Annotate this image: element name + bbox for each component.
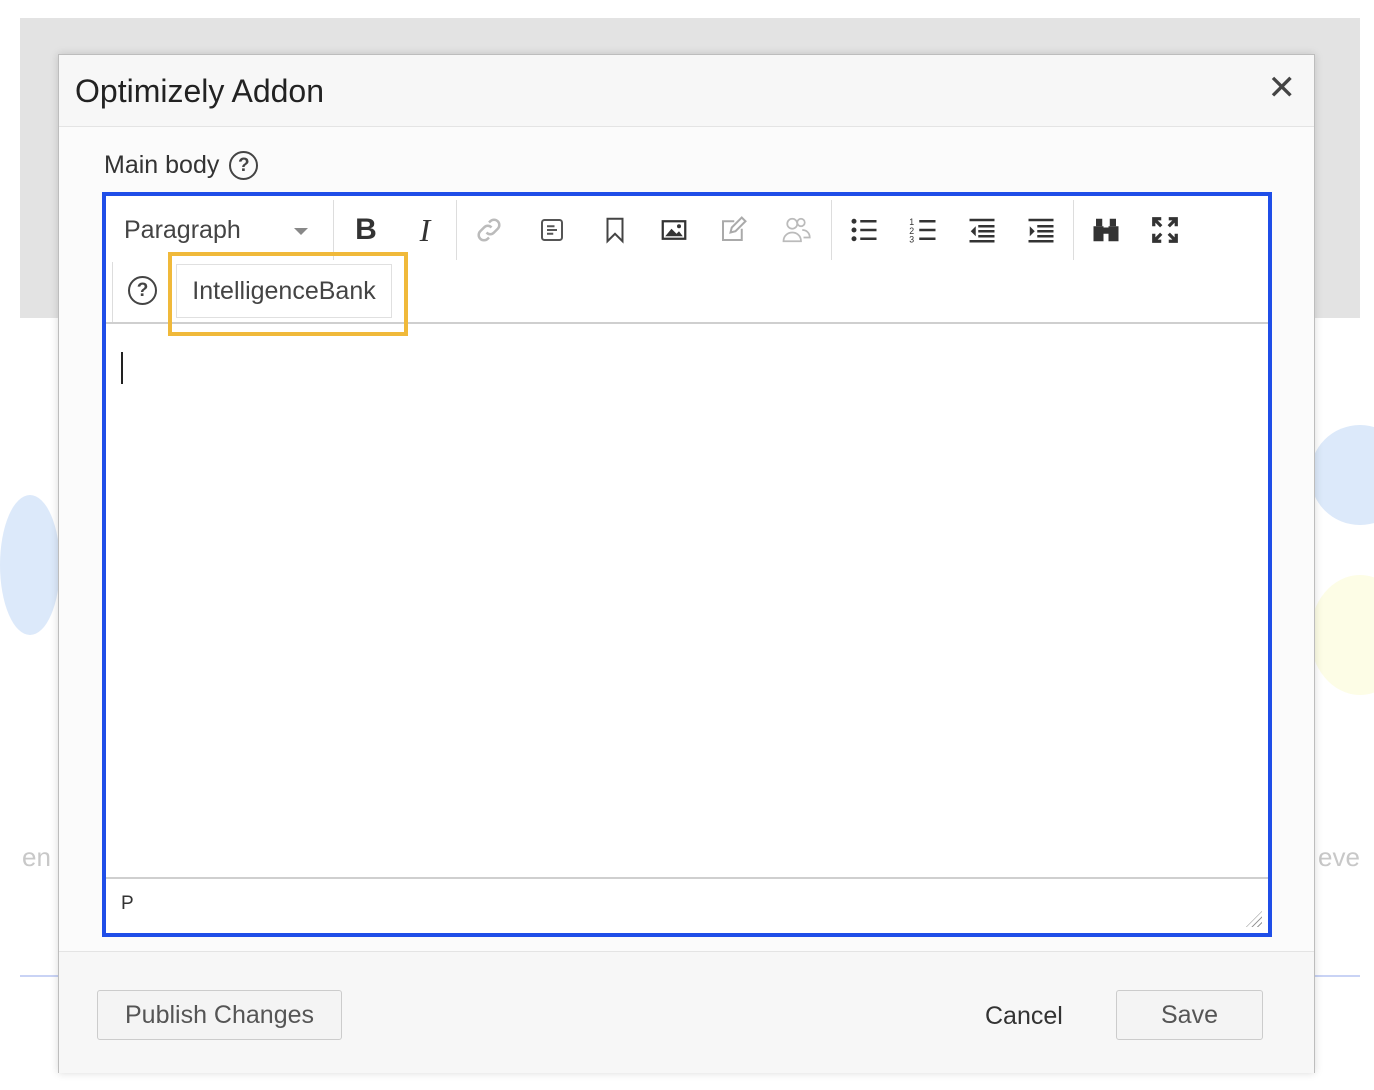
close-icon[interactable]: ✕ — [1268, 71, 1297, 105]
field-label: Main body ? — [104, 151, 259, 180]
users-icon[interactable] — [776, 210, 816, 250]
toolbar-divider — [831, 200, 832, 260]
text-cursor — [121, 352, 123, 384]
toolbar-divider — [456, 200, 457, 260]
chevron-down-icon — [294, 228, 308, 235]
indent-icon[interactable] — [1021, 210, 1061, 250]
block-format-value: Paragraph — [124, 216, 241, 244]
edit-icon[interactable] — [713, 210, 753, 250]
addon-dialog: Optimizely Addon ✕ Main body ? Paragraph… — [58, 54, 1315, 1073]
publish-changes-button[interactable]: Publish Changes — [97, 990, 342, 1040]
resize-handle-icon[interactable] — [1246, 911, 1262, 927]
toolbar-divider — [112, 262, 113, 322]
background-circle — [1310, 575, 1374, 695]
bookmark-icon[interactable] — [595, 210, 635, 250]
dialog-title: Optimizely Addon — [75, 73, 325, 109]
fullscreen-icon[interactable] — [1145, 210, 1185, 250]
svg-text:3: 3 — [909, 235, 914, 245]
editor-toolbar: Paragraph B I 123 ? IntelligenceBank — [106, 196, 1268, 336]
cancel-button[interactable]: Cancel — [985, 1002, 1063, 1031]
editor-content-area[interactable] — [106, 326, 1268, 879]
italic-icon[interactable]: I — [405, 210, 445, 250]
save-button[interactable]: Save — [1116, 990, 1263, 1040]
help-icon[interactable]: ? — [229, 151, 259, 180]
dialog-footer: Publish Changes Cancel Save — [59, 951, 1314, 1073]
binoculars-icon[interactable] — [1086, 210, 1126, 250]
dialog-header: Optimizely Addon ✕ — [59, 55, 1314, 127]
background-circle — [1310, 425, 1374, 525]
background-text: eve — [1318, 842, 1360, 872]
field-label-text: Main body — [104, 151, 220, 179]
bold-icon[interactable]: B — [346, 210, 386, 250]
highlight-box — [168, 252, 408, 336]
rich-text-editor: Paragraph B I 123 ? IntelligenceBank P — [102, 192, 1272, 937]
background-text: en — [22, 842, 51, 872]
background-circle — [0, 495, 60, 635]
bulleted-list-icon[interactable] — [844, 210, 884, 250]
toolbar-divider — [1073, 200, 1074, 260]
element-path[interactable]: P — [121, 893, 134, 915]
template-icon[interactable] — [532, 210, 572, 250]
outdent-icon[interactable] — [962, 210, 1002, 250]
toolbar-divider — [333, 200, 334, 260]
link-icon[interactable] — [469, 210, 509, 250]
editor-statusbar: P — [106, 877, 1268, 933]
help-icon[interactable]: ? — [128, 276, 157, 305]
image-icon[interactable] — [654, 210, 694, 250]
numbered-list-icon[interactable]: 123 — [903, 210, 943, 250]
block-format-dropdown[interactable]: Paragraph — [124, 216, 324, 245]
